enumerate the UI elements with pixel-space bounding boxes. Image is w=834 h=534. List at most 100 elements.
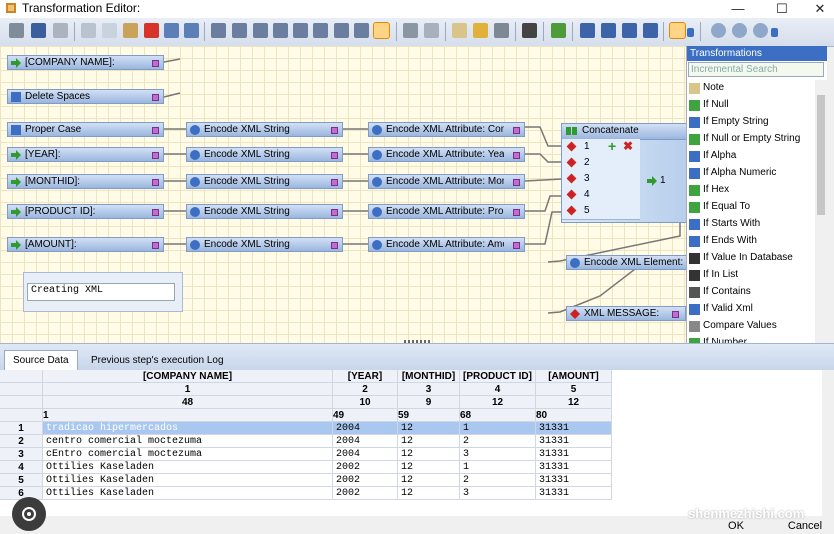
delete-icon[interactable] — [144, 23, 159, 38]
align-top-icon[interactable] — [313, 23, 328, 38]
table-cell[interactable]: 12 — [398, 461, 460, 474]
zoom-reset-icon[interactable] — [753, 23, 768, 38]
encode-xml-attribute-node[interactable]: Encode XML Attribute: Comp — [368, 122, 525, 137]
output-port[interactable] — [152, 209, 159, 216]
panel-toggle-icon[interactable] — [669, 22, 686, 39]
find-icon[interactable] — [522, 23, 537, 38]
table-cell[interactable]: 2002 — [333, 461, 398, 474]
output-port[interactable] — [513, 209, 520, 216]
encode-xml-attribute-node[interactable]: Encode XML Attribute: Produ — [368, 204, 525, 219]
table-cell[interactable]: 2004 — [333, 448, 398, 461]
target-field-xml-message[interactable]: XML MESSAGE: — [566, 306, 686, 321]
chevron-down-icon[interactable] — [771, 28, 778, 37]
table-cell[interactable]: 12 — [398, 422, 460, 435]
encode-xml-string-node[interactable]: Encode XML String — [186, 174, 343, 189]
save-as-icon[interactable] — [53, 23, 68, 38]
add-note-icon[interactable] — [452, 23, 467, 38]
row-number[interactable]: 2 — [0, 435, 43, 448]
properties-icon[interactable] — [9, 23, 24, 38]
add-input-icon[interactable]: + — [608, 139, 616, 153]
table-cell[interactable]: 1 — [460, 422, 536, 435]
table-cell[interactable]: 2004 — [333, 435, 398, 448]
column-header[interactable]: [AMOUNT] — [536, 370, 612, 383]
output-port[interactable] — [152, 94, 159, 101]
print-icon[interactable] — [403, 23, 418, 38]
encode-xml-string-node[interactable]: Encode XML String — [186, 147, 343, 162]
table-cell[interactable]: 3 — [460, 448, 536, 461]
table-cell[interactable]: tradicao hipermercados — [43, 422, 333, 435]
delete-spaces-node[interactable]: Delete Spaces — [7, 89, 164, 104]
zoom-in-icon[interactable] — [711, 23, 726, 38]
tab-execution-log[interactable]: Previous step's execution Log — [83, 351, 232, 370]
output-port[interactable] — [152, 127, 159, 134]
concatenate-input[interactable]: 2 — [562, 155, 640, 172]
encode-xml-attribute-node[interactable]: Encode XML Attribute: Mont — [368, 174, 525, 189]
first-record-icon[interactable] — [580, 23, 595, 38]
proper-case-node[interactable]: Proper Case — [7, 122, 164, 137]
encode-xml-element-node[interactable]: Encode XML Element: Re — [566, 255, 686, 270]
column-header[interactable]: [PRODUCT ID] — [460, 370, 536, 383]
zoom-out-icon[interactable] — [732, 23, 747, 38]
table-cell[interactable]: 31331 — [536, 422, 612, 435]
table-cell[interactable]: 31331 — [536, 487, 612, 500]
output-port[interactable] — [513, 152, 520, 159]
scrollbar-thumb[interactable] — [817, 95, 825, 215]
last-record-icon[interactable] — [643, 23, 658, 38]
table-cell[interactable]: 2 — [460, 474, 536, 487]
table-cell[interactable]: centro comercial moctezuma — [43, 435, 333, 448]
output-port[interactable] — [331, 127, 338, 134]
table-cell[interactable]: 31331 — [536, 448, 612, 461]
row-number[interactable]: 4 — [0, 461, 43, 474]
cut-icon[interactable] — [81, 23, 96, 38]
paste-icon[interactable] — [123, 23, 138, 38]
chevron-down-icon[interactable] — [687, 28, 694, 37]
align-center-icon[interactable] — [232, 23, 247, 38]
align-right-icon[interactable] — [253, 23, 268, 38]
concatenate-node[interactable]: Concatenate 1 + ✖ 2 3 4 5 1 — [561, 123, 686, 223]
output-port[interactable] — [331, 242, 338, 249]
align-middle-icon[interactable] — [334, 23, 349, 38]
table-cell[interactable]: 12 — [398, 448, 460, 461]
undo-icon[interactable] — [164, 23, 179, 38]
output-port[interactable] — [152, 242, 159, 249]
previous-record-icon[interactable] — [601, 23, 616, 38]
table-cell[interactable]: 12 — [398, 435, 460, 448]
encode-xml-attribute-node[interactable]: Encode XML Attribute: Year — [368, 147, 525, 162]
column-header[interactable]: [YEAR] — [333, 370, 398, 383]
output-port[interactable] — [152, 60, 159, 67]
note-node[interactable]: Creating XML — [23, 272, 183, 312]
align-bottom-icon[interactable] — [354, 23, 369, 38]
table-cell[interactable]: Ottilies Kaseladen — [43, 461, 333, 474]
incremental-search-input[interactable]: Incremental Search — [688, 62, 824, 77]
table-cell[interactable]: cEntro comercial moctezuma — [43, 448, 333, 461]
transformation-canvas[interactable]: [COMPANY NAME]: Delete Spaces Proper Cas… — [0, 46, 686, 343]
next-record-icon[interactable] — [622, 23, 637, 38]
source-field-product-id[interactable]: [PRODUCT ID]: — [7, 204, 164, 219]
minimize-button[interactable]: — — [718, 0, 758, 18]
row-number[interactable]: 1 — [0, 422, 43, 435]
maximize-button[interactable]: ☐ — [762, 0, 802, 18]
source-field-amount[interactable]: [AMOUNT]: — [7, 237, 164, 252]
output-port[interactable] — [513, 242, 520, 249]
table-cell[interactable]: 12 — [398, 474, 460, 487]
table-cell[interactable]: 12 — [398, 487, 460, 500]
concatenate-input[interactable]: 3 — [562, 171, 640, 188]
remove-input-icon[interactable]: ✖ — [623, 139, 633, 153]
table-cell[interactable]: Ottilies Kaseladen — [43, 474, 333, 487]
source-field-company-name[interactable]: [COMPANY NAME]: — [7, 55, 164, 70]
distribute-horizontal-icon[interactable] — [273, 23, 288, 38]
concatenate-input[interactable]: 4 — [562, 187, 640, 204]
row-number[interactable]: 5 — [0, 474, 43, 487]
save-icon[interactable] — [31, 23, 46, 38]
distribute-vertical-icon[interactable] — [293, 23, 308, 38]
encode-xml-string-node[interactable]: Encode XML String — [186, 122, 343, 137]
table-cell[interactable]: 2004 — [333, 422, 398, 435]
source-field-monthid[interactable]: [MONTHID]: — [7, 174, 164, 189]
output-port[interactable] — [513, 127, 520, 134]
concatenate-input[interactable]: 1 + ✖ — [562, 139, 640, 156]
output-port[interactable] — [152, 179, 159, 186]
snap-to-grid-icon[interactable] — [373, 22, 390, 39]
table-cell[interactable]: 2002 — [333, 487, 398, 500]
source-field-year[interactable]: [YEAR]: — [7, 147, 164, 162]
table-cell[interactable]: 31331 — [536, 474, 612, 487]
